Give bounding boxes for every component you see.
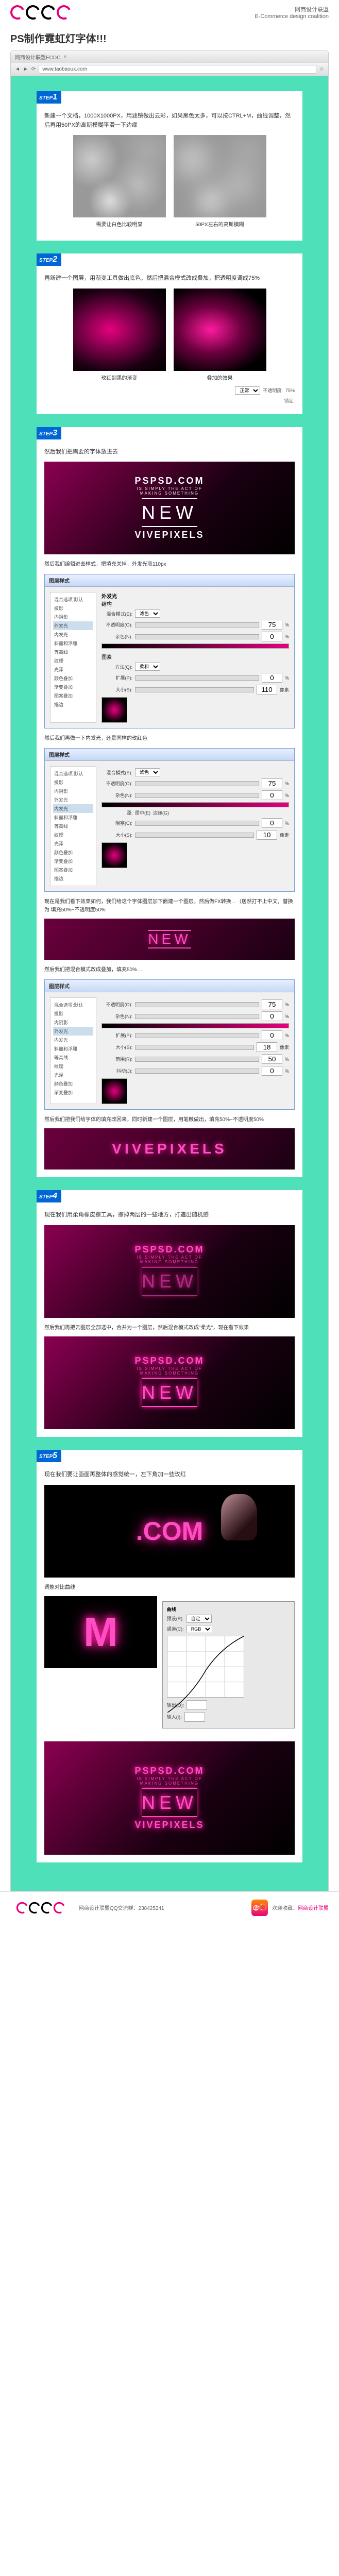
- noise-input[interactable]: [262, 632, 282, 641]
- logo-c4: [55, 3, 73, 22]
- step-1-text: 新建一个文档，1000X1000PX，用滤镜做出云彩，如果黑色太多，可以按CTR…: [44, 112, 295, 130]
- blend-mode-row: 正常 不透明度: 75%: [44, 386, 295, 395]
- closeup-hand: .COM: [44, 1485, 295, 1578]
- brand-en: E-Commerce design coalition: [255, 13, 329, 20]
- hand-image: [221, 1494, 257, 1540]
- closeup-m: M: [44, 1596, 157, 1668]
- step-3-card: STEP3 然后我们把需要的字体放进去 PSPSD.COM IS SIMPLY …: [37, 427, 302, 1178]
- clouds-blur-image: 50PX左右的高斯模糊: [174, 135, 266, 228]
- neon-preview-white: PSPSD.COM IS SIMPLY THE ACT OF MAKING SO…: [44, 462, 295, 554]
- spread-slider[interactable]: [135, 675, 259, 681]
- neon-wide-2: VIVEPIXELS: [44, 1128, 295, 1170]
- browser-chrome: 网商设计联盟ECDC × ◄ ► ⟳ www.taobaoux.com ☆ ST…: [10, 50, 329, 1891]
- tutorial-canvas: STEP1 新建一个文档，1000X1000PX，用滤镜做出云彩，如果黑色太多，…: [11, 76, 328, 1891]
- step-3-sub3: 现在是我们看下效果如何，我们给这个字体图层加下面建一个图层，然后做FX转换…（居…: [44, 898, 295, 914]
- layer-style-dialog-1: 图层样式 混合选项:默认投影内阴影 外发光内发光 斜面和浮雕等高线纹理 光泽颜色…: [44, 574, 295, 728]
- footer-logo: [16, 1902, 65, 1913]
- qq-label: 网商设计联盟QQ交流群：238425241: [79, 1904, 164, 1911]
- page-title: PS制作霓虹灯字体!!!: [0, 25, 339, 50]
- neon-wide-1: NEW: [44, 919, 295, 960]
- blend-select[interactable]: 正常: [235, 386, 260, 395]
- step-5-text: 现在我们要让画面再整体的感觉统一，左下角加一些玫红: [44, 1470, 295, 1480]
- lock-row: 锁定:: [44, 397, 295, 404]
- weibo-text: 欢迎收藏：网商设计联盟: [272, 1904, 329, 1911]
- step-5-badge: STEP5: [37, 1450, 61, 1462]
- gradient-image: 玫红到黑的渐变: [73, 289, 166, 381]
- noise-slider[interactable]: [135, 634, 259, 639]
- color-gradient[interactable]: [101, 643, 289, 649]
- step-5-card: STEP5 现在我们要让画面再整体的感觉统一，左下角加一些玫红 .COM 调整对…: [37, 1450, 302, 1862]
- browser-tab[interactable]: 网商设计联盟ECDC: [15, 53, 60, 61]
- step-3-sub5: 然后我们把我们给字体的填充改回来，同时新建一个图层，用笔触做出，填充50%~不透…: [44, 1116, 295, 1124]
- page-footer: 网商设计联盟QQ交流群：238425241 ෙ 欢迎收藏：网商设计联盟: [0, 1891, 339, 1924]
- browser-toolbar: ◄ ► ⟳ www.taobaoux.com ☆: [11, 63, 328, 76]
- size-slider[interactable]: [135, 687, 254, 692]
- neon-preview-softlight: PSPSD.COM IS SIMPLY THE ACT OF MAKING SO…: [44, 1336, 295, 1429]
- glow-preview: [101, 697, 127, 723]
- logo-c3: [39, 3, 58, 22]
- curves-grid[interactable]: [167, 1636, 244, 1698]
- step-4-text: 现在我们用柔角橡皮擦工具，擦掉两层的一些地方，打造出随机感: [44, 1211, 295, 1220]
- opacity-slider[interactable]: [135, 622, 259, 628]
- curves-dialog: 曲线 预设(R):自定 通道(C):RGB 输出(O): 输入(I):: [162, 1601, 295, 1728]
- step-5-sub1: 调整对比曲线: [44, 1584, 295, 1592]
- styles-list-3[interactable]: 混合选项:默认投影内阴影 外发光内发光 斜面和浮雕等高线纹理 光泽颜色叠加渐变叠…: [50, 997, 96, 1104]
- dialog-main: 外发光 结构 混合模式(E):滤色 不透明度(O):% 杂色(N):% 图素 方…: [101, 592, 289, 723]
- header-brand: 网商设计联盟 E-Commerce design coalition: [255, 5, 329, 20]
- step-1-badge: STEP1: [37, 91, 61, 104]
- step-4-badge: STEP4: [37, 1190, 61, 1202]
- step-3-sub2: 然后我们再做一下内发光，还是同样的玫红色: [44, 735, 295, 743]
- forward-icon[interactable]: ►: [23, 66, 28, 72]
- styles-list-2[interactable]: 混合选项:默认投影内阴影 外发光内发光 斜面和浮雕等高线纹理 光泽颜色叠加渐变叠…: [50, 766, 96, 886]
- step-4-sub1: 然后我们再把云图层全部选中，合并为一个图层，然后混合模式改成"柔光"，现在看下效…: [44, 1324, 295, 1332]
- logo-c2: [24, 3, 42, 22]
- page-header: 网商设计联盟 E-Commerce design coalition: [0, 0, 339, 25]
- weibo-icon[interactable]: ෙ: [251, 1900, 268, 1916]
- step-3-badge: STEP3: [37, 427, 61, 439]
- step-2-card: STEP2 再新建一个图层，用渐变工具做出底色，然后把混合模式改成叠加，把透明度…: [37, 253, 302, 414]
- browser-tabbar: 网商设计联盟ECDC ×: [11, 51, 328, 63]
- layer-style-dialog-2: 图层样式 混合选项:默认投影内阴影 外发光内发光 斜面和浮雕等高线纹理 光泽颜色…: [44, 748, 295, 892]
- step-2-badge: STEP2: [37, 253, 61, 266]
- clouds-image: 需要让白色比较明显: [73, 135, 166, 228]
- method-select[interactable]: 柔和: [135, 663, 160, 671]
- layer-style-dialog-3: 图层样式 混合选项:默认投影内阴影 外发光内发光 斜面和浮雕等高线纹理 光泽颜色…: [44, 979, 295, 1110]
- overlay-image: 叠加的效果: [174, 289, 266, 381]
- step-2-text: 再新建一个图层，用渐变工具做出底色，然后把混合模式改成叠加，把透明度调成75%: [44, 274, 295, 283]
- dialog-title: 图层样式: [45, 574, 294, 587]
- star-icon[interactable]: ☆: [319, 66, 324, 72]
- neon-preview-final: PSPSD.COM IS SIMPLY THE ACT OF MAKING SO…: [44, 1741, 295, 1855]
- channel-select[interactable]: RGB: [187, 1625, 212, 1633]
- step-2-images: 玫红到黑的渐变 叠加的效果: [44, 289, 295, 381]
- preset-select[interactable]: 自定: [187, 1615, 212, 1623]
- styles-list[interactable]: 混合选项:默认投影内阴影 外发光内发光 斜面和浮雕等高线纹理 光泽颜色叠加渐变叠…: [50, 592, 96, 723]
- spread-input[interactable]: [262, 673, 282, 683]
- size-input[interactable]: [257, 685, 277, 694]
- step-1-images: 需要让白色比较明显 50PX左右的高斯模糊: [44, 135, 295, 228]
- neon-preview-erased: PSPSD.COM IS SIMPLY THE ACT OF MAKING SO…: [44, 1225, 295, 1318]
- reload-icon[interactable]: ⟳: [31, 66, 36, 72]
- back-icon[interactable]: ◄: [15, 66, 20, 72]
- close-icon[interactable]: ×: [63, 54, 66, 60]
- step-3-sub4: 然后我们把混合模式改成叠加，填充50%…: [44, 966, 295, 974]
- step-4-card: STEP4 现在我们用柔角橡皮擦工具，擦掉两层的一些地方，打造出随机感 PSPS…: [37, 1190, 302, 1437]
- logo: [10, 5, 71, 20]
- url-input[interactable]: www.taobaoux.com: [39, 65, 316, 74]
- step-3-sub1: 然后我们编辑进去样式，把填充关掉，外发光取110px: [44, 561, 295, 569]
- step-1-card: STEP1 新建一个文档，1000X1000PX，用滤镜做出云彩，如果黑色太多，…: [37, 91, 302, 241]
- logo-c1: [8, 3, 27, 22]
- step-3-text: 然后我们把需要的字体放进去: [44, 448, 295, 457]
- opacity-input[interactable]: [262, 620, 282, 630]
- brand-cn: 网商设计联盟: [255, 5, 329, 13]
- blend-mode-select[interactable]: 滤色: [135, 609, 160, 618]
